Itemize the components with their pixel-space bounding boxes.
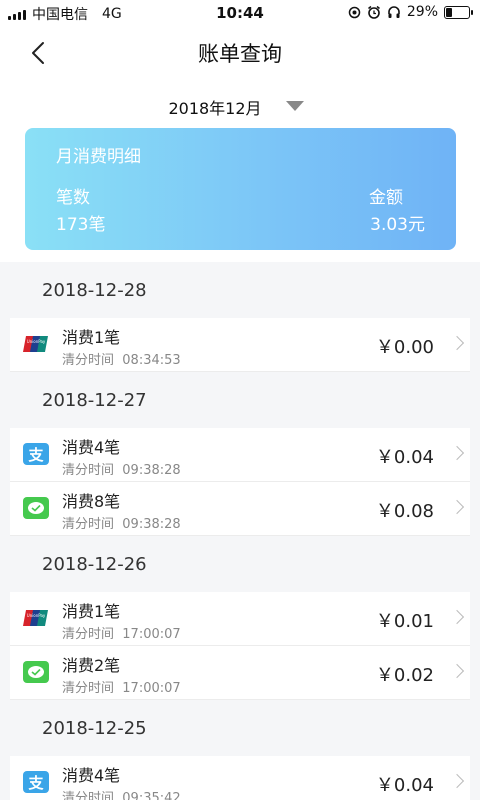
page-title: 账单查询 (198, 42, 282, 66)
month-value: 2018年12月 (168, 99, 262, 118)
bill-settlement: 清分时间 09:38:28 (62, 459, 181, 478)
date-header: 2018-12-27 (42, 389, 147, 411)
settlement-label: 清分时间 (62, 517, 115, 532)
status-right: 29% (348, 4, 473, 20)
chevron-right-icon (449, 663, 465, 679)
alarm-icon (367, 5, 380, 19)
settlement-time: 09:38:28 (122, 517, 181, 532)
amount-label: 金额 (369, 188, 403, 208)
bill-list[interactable]: 2018-12-28 UnionPay 消费1笔 清分时间 08:34:53 ￥… (0, 262, 480, 800)
chevron-right-icon (449, 445, 465, 461)
settlement-time: 09:35:42 (122, 791, 181, 800)
bill-amount: ￥0.00 (375, 337, 434, 358)
settlement-time: 17:00:07 (122, 627, 181, 642)
bill-title: 消费1笔 (62, 602, 121, 621)
chevron-right-icon (449, 609, 465, 625)
bill-row[interactable]: 消费8笔 清分时间 09:38:28 ￥0.08 (10, 482, 470, 536)
wechat-pay-icon (23, 661, 49, 683)
bill-row[interactable]: UnionPay 消费1笔 清分时间 17:00:07 ￥0.01 (10, 592, 470, 646)
settlement-time: 09:38:28 (122, 463, 181, 478)
date-header: 2018-12-26 (42, 553, 147, 575)
date-header: 2018-12-25 (42, 717, 147, 739)
battery-percent: 29% (406, 4, 438, 20)
count-label: 笔数 (56, 188, 90, 208)
chevron-right-icon (449, 499, 465, 515)
svg-text:支: 支 (27, 446, 44, 463)
amount-value: 3.03元 (370, 215, 425, 235)
caret-down-icon[interactable] (286, 101, 304, 111)
settlement-label: 清分时间 (62, 791, 115, 800)
alipay-icon: 支 (23, 771, 49, 793)
settlement-label: 清分时间 (62, 627, 115, 642)
settlement-time: 17:00:07 (122, 681, 181, 696)
unionpay-icon: UnionPay (23, 333, 49, 355)
bill-row[interactable]: UnionPay 消费1笔 清分时间 08:34:53 ￥0.00 (10, 318, 470, 372)
unionpay-icon: UnionPay (23, 607, 49, 629)
bill-settlement: 清分时间 17:00:07 (62, 677, 181, 696)
bill-amount: ￥0.04 (375, 775, 434, 796)
bill-amount: ￥0.04 (375, 447, 434, 468)
summary-title: 月消费明细 (56, 147, 141, 167)
bill-title: 消费8笔 (62, 492, 121, 511)
bill-amount: ￥0.08 (375, 501, 434, 522)
location-icon (348, 6, 361, 18)
chevron-right-icon (449, 773, 465, 789)
monthly-summary-card: 月消费明细 笔数 173笔 金额 3.03元 (25, 128, 456, 250)
bill-settlement: 清分时间 08:34:53 (62, 349, 181, 368)
month-selector[interactable]: 2018年12月 (0, 92, 480, 122)
wechat-pay-icon (23, 497, 49, 519)
bill-row[interactable]: 支 消费4笔 清分时间 09:38:28 ￥0.04 (10, 428, 470, 482)
bill-settlement: 清分时间 17:00:07 (62, 623, 181, 642)
chevron-right-icon (449, 335, 465, 351)
bill-title: 消费4笔 (62, 766, 121, 785)
alipay-icon: 支 (23, 443, 49, 465)
bill-title: 消费4笔 (62, 438, 121, 457)
bill-amount: ￥0.01 (375, 611, 434, 632)
settlement-label: 清分时间 (62, 681, 115, 696)
bill-row[interactable]: 消费2笔 清分时间 17:00:07 ￥0.02 (10, 646, 470, 700)
nav-bar: 账单查询 (0, 26, 480, 80)
bill-settlement: 清分时间 09:38:28 (62, 513, 181, 532)
count-value: 173笔 (56, 215, 106, 235)
bill-amount: ￥0.02 (375, 665, 434, 686)
date-header: 2018-12-28 (42, 279, 147, 301)
settlement-label: 清分时间 (62, 463, 115, 478)
battery-icon (444, 5, 473, 19)
svg-text:UnionPay: UnionPay (27, 339, 46, 344)
headphones-icon (388, 6, 400, 18)
bill-title: 消费2笔 (62, 656, 121, 675)
settlement-time: 08:34:53 (122, 353, 181, 368)
settlement-label: 清分时间 (62, 353, 115, 368)
svg-text:支: 支 (27, 774, 44, 791)
bill-row[interactable]: 支 消费4笔 清分时间 09:35:42 ￥0.04 (10, 756, 470, 800)
svg-text:UnionPay: UnionPay (27, 613, 46, 618)
status-bar: 中国电信 4G 10:44 29% (0, 0, 480, 26)
bill-settlement: 清分时间 09:35:42 (62, 787, 181, 800)
bill-title: 消费1笔 (62, 328, 121, 347)
